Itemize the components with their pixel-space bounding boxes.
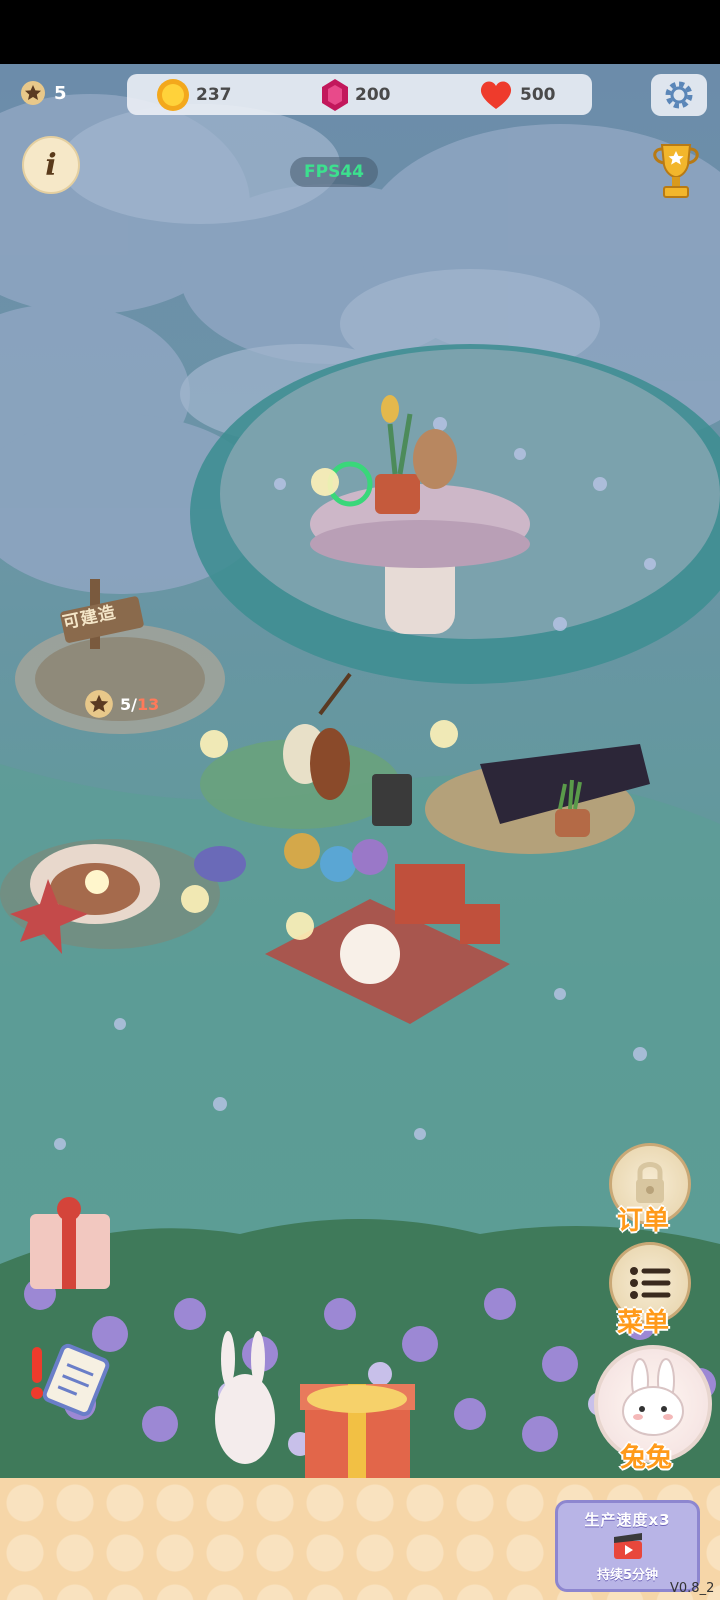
orders-label[interactable]: 订单 [617,1200,669,1237]
info-button[interactable]: i [22,136,80,194]
menu-label[interactable]: 菜单 [617,1302,669,1339]
clipboard-icon [31,1343,110,1417]
gear-icon [665,81,693,109]
star-icon [85,690,113,718]
gem-icon [322,79,348,111]
settings-button[interactable] [651,74,707,116]
build-progress-current: 5/ [120,694,137,714]
speed-boost-button[interactable]: 生产速度x3 持续5分钟 [555,1500,700,1592]
build-progress-max: 13 [136,694,160,714]
version-label: V0.8_2 [670,1581,715,1596]
coin-count: 237 [196,85,232,105]
rabbit-label[interactable]: 兔兔 [620,1437,672,1474]
star-icon [21,81,45,105]
heart-counter[interactable]: 500 [478,78,556,112]
trophy-icon [653,144,699,198]
build-progress: 5/13 [84,689,159,719]
tasks-button[interactable] [22,1337,112,1427]
video-icon [613,1533,642,1559]
status-bar [0,0,720,64]
coin-icon [157,79,189,111]
fps-counter: FPS44 [290,157,378,187]
star-level: 5 [20,80,67,106]
speed-boost-title: 生产速度x3 [584,1511,671,1529]
coin-counter[interactable]: 237 [156,78,232,112]
speed-boost-duration: 持续5分钟 [596,1568,659,1583]
info-icon: i [45,147,57,183]
star-count: 5 [54,82,67,104]
gem-count: 200 [355,85,391,105]
heart-count: 500 [520,85,556,105]
heart-icon [480,81,512,109]
gem-counter[interactable]: 200 [321,78,391,112]
achievements-button[interactable] [648,140,704,202]
